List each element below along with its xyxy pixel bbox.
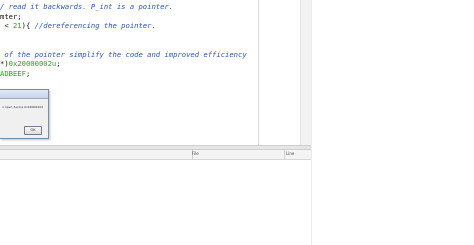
output-panel-header: File Line: [0, 150, 311, 160]
code-token: mter;: [0, 11, 22, 21]
column-header-file[interactable]: File: [192, 151, 199, 156]
code-token: ;: [56, 59, 61, 68]
right-margin-guide: [258, 0, 259, 145]
dialog-title-bar[interactable]: [0, 90, 48, 99]
code-token: of the pointer simplify the code and imp…: [0, 49, 247, 59]
code-token: 0x20000002u: [8, 59, 57, 68]
code-token: *): [0, 59, 9, 68]
code-line[interactable]: mter;: [0, 12, 22, 22]
message-dialog: n open device 0x00000002 OK: [0, 89, 49, 139]
code-line[interactable]: < 21){ //dereferencing the pointer.: [0, 21, 156, 31]
dialog-message: n open device 0x00000002: [2, 105, 44, 109]
editor-vertical-scrollbar[interactable]: [300, 0, 311, 145]
code-line[interactable]: / read it backwards. P_int is a pointer.: [0, 2, 173, 12]
code-token: ;: [25, 68, 31, 78]
output-panel: File Line: [0, 145, 311, 245]
right-empty-area: [311, 0, 474, 245]
code-token: ){: [21, 21, 35, 30]
column-header-line[interactable]: Line: [286, 151, 294, 156]
ok-button[interactable]: OK: [24, 126, 42, 135]
code-token: ADBEEF: [0, 68, 26, 78]
code-token: 21: [12, 21, 22, 30]
code-line[interactable]: *)0x20000002u;: [0, 59, 61, 69]
code-token: <: [0, 21, 13, 30]
code-token: / read it backwards. P_int is a pointer.: [0, 2, 174, 11]
code-line[interactable]: of the pointer simplify the code and imp…: [0, 49, 247, 60]
column-divider[interactable]: [284, 150, 285, 159]
code-token: //dereferencing the pointer.: [34, 21, 156, 30]
code-line[interactable]: ADBEEF;: [0, 69, 30, 79]
